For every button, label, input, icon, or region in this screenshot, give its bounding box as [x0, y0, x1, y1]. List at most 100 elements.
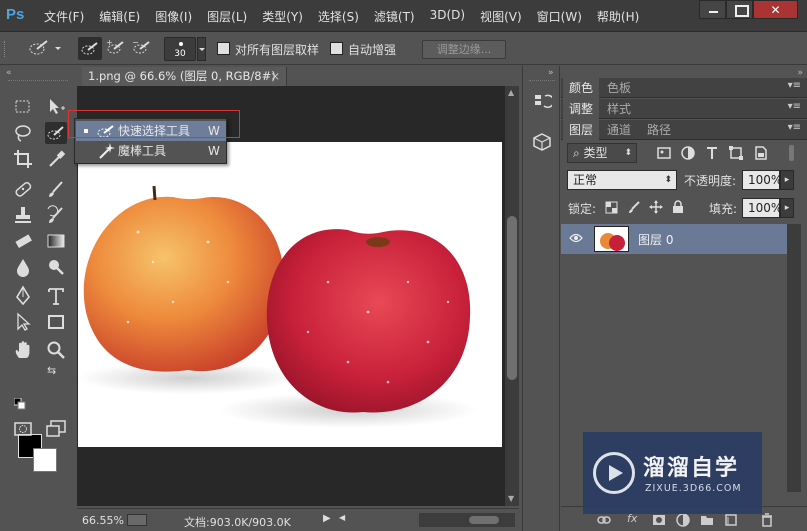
swap-colors-icon[interactable]: ⇆ [47, 364, 56, 377]
collapse-toolbar-icon[interactable]: « [6, 68, 12, 78]
brush-tool-icon[interactable] [45, 178, 67, 200]
blend-mode-select[interactable]: 正常 ⬍ [567, 170, 677, 190]
quick-mask-icon[interactable] [12, 418, 34, 440]
filter-type-icon[interactable] [704, 145, 720, 161]
scroll-down-icon[interactable]: ▼ [508, 494, 514, 503]
menu-window[interactable]: 窗口(W) [537, 8, 582, 25]
lock-position-icon[interactable] [649, 200, 663, 214]
type-tool-icon[interactable] [45, 285, 67, 307]
blur-tool-icon[interactable] [12, 256, 34, 278]
document-tab[interactable]: 1.png @ 66.6% (图层 0, RGB/8#) × [82, 67, 287, 86]
tool-preset-picker[interactable] [22, 37, 64, 60]
hand-tool-icon[interactable] [12, 339, 34, 361]
eyedropper-tool-icon[interactable] [45, 148, 67, 170]
refine-edge-button[interactable]: 调整边缘... [422, 40, 506, 59]
fill-dropdown[interactable]: ▸ [780, 198, 794, 218]
menu-view[interactable]: 视图(V) [480, 8, 522, 25]
new-selection-button[interactable] [78, 37, 102, 60]
minimize-button[interactable] [699, 0, 726, 19]
lock-image-pixels-icon[interactable] [627, 200, 641, 214]
marquee-tool-icon[interactable] [12, 96, 34, 118]
subtract-from-selection-button[interactable]: − [130, 37, 154, 60]
dock-grip[interactable] [529, 80, 555, 81]
menu-image[interactable]: 图像(I) [155, 8, 192, 25]
rectangle-tool-icon[interactable] [45, 311, 67, 333]
trash-icon[interactable] [760, 513, 774, 527]
new-layer-icon[interactable] [724, 513, 738, 527]
history-panel-icon[interactable] [532, 92, 552, 112]
panel-menu-icon[interactable]: ▾≡ [788, 80, 801, 91]
filter-smart-object-icon[interactable] [752, 145, 768, 161]
status-preview-icon[interactable] [127, 514, 147, 526]
history-brush-tool-icon[interactable] [45, 204, 67, 226]
quick-selection-tool-icon[interactable] [45, 122, 67, 144]
layer-name[interactable]: 图层 0 [638, 231, 673, 248]
menu-type[interactable]: 类型(Y) [262, 8, 303, 25]
eye-icon[interactable] [569, 231, 583, 245]
fill-input[interactable]: 100% [742, 198, 782, 218]
crop-tool-icon[interactable] [12, 148, 34, 170]
collapse-panels-icon[interactable]: » [797, 68, 803, 78]
sample-all-layers-checkbox[interactable] [217, 42, 230, 55]
status-menu-arrow-icon[interactable]: ▶ [323, 513, 331, 524]
options-grip[interactable] [4, 41, 10, 57]
filter-shape-icon[interactable] [728, 145, 744, 161]
move-tool-icon[interactable] [45, 96, 67, 118]
toolbar-grip[interactable] [8, 80, 68, 84]
menu-select[interactable]: 选择(S) [318, 8, 359, 25]
tab-swatches[interactable]: 色板 [601, 78, 637, 98]
tab-layers[interactable]: 图层 [563, 120, 600, 140]
brush-size-dropdown[interactable] [197, 37, 206, 61]
eraser-tool-icon[interactable] [12, 230, 34, 252]
menu-filter[interactable]: 滤镜(T) [374, 8, 415, 25]
healing-brush-tool-icon[interactable] [12, 178, 34, 200]
lock-all-icon[interactable] [672, 200, 684, 214]
clone-stamp-tool-icon[interactable] [12, 204, 34, 226]
panel-menu-icon[interactable]: ▾≡ [788, 101, 801, 112]
lock-transparent-pixels-icon[interactable] [605, 201, 618, 214]
dodge-tool-icon[interactable] [45, 256, 67, 278]
zoom-level[interactable]: 66.55% [82, 514, 124, 527]
opacity-input[interactable]: 100% [742, 170, 782, 190]
vertical-scroll-thumb[interactable] [507, 216, 517, 380]
zoom-tool-icon[interactable] [45, 339, 67, 361]
auto-enhance-checkbox[interactable] [330, 42, 343, 55]
new-group-icon[interactable] [700, 513, 714, 527]
path-selection-tool-icon[interactable] [12, 311, 34, 333]
menu-layer[interactable]: 图层(L) [207, 8, 247, 25]
document-image[interactable] [78, 142, 502, 447]
filter-toggle-switch[interactable] [784, 144, 798, 162]
menu-3d[interactable]: 3D(D) [430, 8, 465, 25]
tab-color[interactable]: 颜色 [563, 78, 600, 98]
lasso-tool-icon[interactable] [12, 122, 34, 144]
menu-file[interactable]: 文件(F) [44, 8, 84, 25]
canvas-vertical-scrollbar[interactable]: ▲ ▼ [505, 86, 519, 506]
filter-pixel-icon[interactable] [656, 145, 672, 161]
new-adjustment-layer-icon[interactable] [676, 513, 690, 527]
scroll-up-icon[interactable]: ▲ [508, 88, 514, 97]
close-window-button[interactable]: ✕ [753, 0, 798, 19]
filter-adjustment-icon[interactable] [680, 145, 696, 161]
layers-scrollbar[interactable] [787, 224, 801, 492]
opacity-dropdown[interactable]: ▸ [780, 170, 794, 190]
tab-paths[interactable]: 路径 [641, 120, 677, 140]
add-to-selection-button[interactable]: + [104, 37, 128, 60]
menu-edit[interactable]: 编辑(E) [99, 8, 140, 25]
add-mask-icon[interactable] [652, 513, 666, 527]
scroll-left-icon[interactable]: ◀ [339, 513, 345, 522]
expand-dock-icon[interactable]: » [548, 68, 554, 78]
gradient-tool-icon[interactable] [45, 230, 67, 252]
brush-size-picker[interactable]: 30 [164, 37, 196, 61]
canvas-horizontal-scrollbar[interactable] [419, 513, 515, 527]
maximize-button[interactable] [726, 0, 753, 19]
panel-menu-icon[interactable]: ▾≡ [788, 122, 801, 133]
link-layers-icon[interactable] [597, 513, 611, 527]
background-color-swatch[interactable] [33, 448, 57, 472]
layer-row[interactable]: 图层 0 [561, 224, 787, 254]
screen-mode-icon[interactable] [45, 418, 67, 440]
default-colors-icon[interactable] [14, 398, 26, 410]
tab-styles[interactable]: 样式 [601, 99, 637, 119]
tab-channels[interactable]: 通道 [601, 120, 637, 140]
tab-adjustments[interactable]: 调整 [563, 99, 600, 119]
pen-tool-icon[interactable] [12, 285, 34, 307]
